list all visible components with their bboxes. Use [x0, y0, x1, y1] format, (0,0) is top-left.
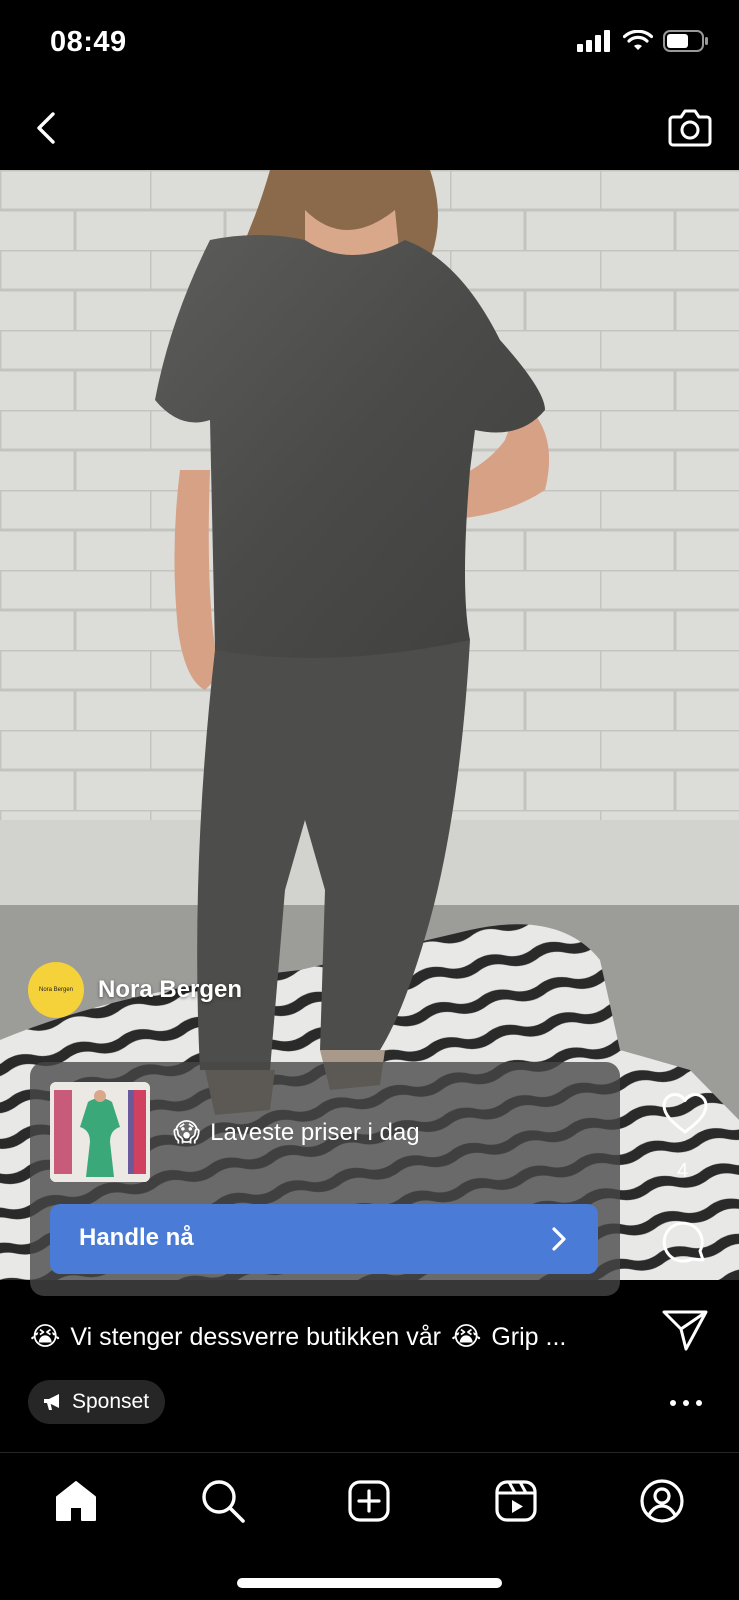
ad-card: 😱 Laveste priser i dag Handle nå [30, 1062, 620, 1296]
status-bar: 08:49 [0, 0, 739, 88]
ad-thumbnail[interactable] [50, 1082, 150, 1182]
share-button[interactable] [661, 1308, 709, 1357]
signal-icon [577, 30, 610, 52]
scream-emoji: 😱 [173, 1118, 201, 1148]
ad-headline-text: Laveste priser i dag [210, 1119, 420, 1146]
shop-now-label: Handle nå [79, 1224, 194, 1251]
camera-icon [668, 109, 712, 147]
tab-profile[interactable] [638, 1477, 686, 1525]
post-caption[interactable]: 😭 Vi stenger dessverre butikken vår 😭 Gr… [30, 1322, 566, 1352]
ad-thumbnail-image [50, 1082, 150, 1182]
caption-text: Vi stenger dessverre butikken vår [70, 1322, 441, 1351]
heart-icon [662, 1093, 708, 1134]
top-nav-bar [0, 88, 739, 170]
crying-emoji-end: 😭 [450, 1322, 482, 1352]
battery-icon [663, 30, 708, 52]
comment-button[interactable] [661, 1220, 709, 1273]
home-icon [56, 1481, 96, 1521]
like-button[interactable] [661, 1092, 709, 1141]
camera-button[interactable] [665, 102, 715, 152]
sponsored-badge[interactable]: Sponset [28, 1380, 166, 1424]
tab-reels[interactable] [492, 1477, 540, 1525]
status-icons [577, 30, 709, 52]
profile-icon [640, 1479, 684, 1523]
chevron-right-icon [552, 1227, 566, 1251]
search-icon [202, 1480, 245, 1523]
back-button[interactable] [26, 106, 66, 150]
tab-home[interactable] [52, 1477, 100, 1525]
shop-now-button[interactable]: Handle nå [50, 1204, 598, 1274]
like-count: 4 [677, 1160, 689, 1182]
more-dots-icon [670, 1400, 702, 1406]
comment-icon [662, 1221, 705, 1263]
bottom-tab-bar [0, 1453, 739, 1563]
status-time: 08:49 [50, 26, 127, 58]
wifi-icon [623, 30, 653, 50]
reels-icon [495, 1480, 537, 1522]
crying-emoji: 😭 [30, 1322, 61, 1352]
megaphone-icon [44, 1394, 59, 1410]
avatar[interactable]: Nora Bergen [28, 962, 84, 1018]
caption-more[interactable]: Grip ... [491, 1323, 566, 1352]
avatar-label: Nora Bergen [38, 986, 74, 993]
create-icon [348, 1480, 390, 1522]
account-row: Nora Bergen Nora Bergen [28, 962, 242, 1018]
tab-search[interactable] [199, 1477, 247, 1525]
chevron-left-icon [37, 112, 55, 144]
home-indicator [237, 1578, 502, 1588]
ad-headline: 😱 Laveste priser i dag [173, 1118, 420, 1148]
tab-create[interactable] [345, 1477, 393, 1525]
account-name[interactable]: Nora Bergen [98, 976, 242, 1004]
more-options-button[interactable] [668, 1388, 704, 1418]
sponsored-label: Sponset [72, 1390, 150, 1413]
paper-plane-icon [662, 1310, 708, 1351]
